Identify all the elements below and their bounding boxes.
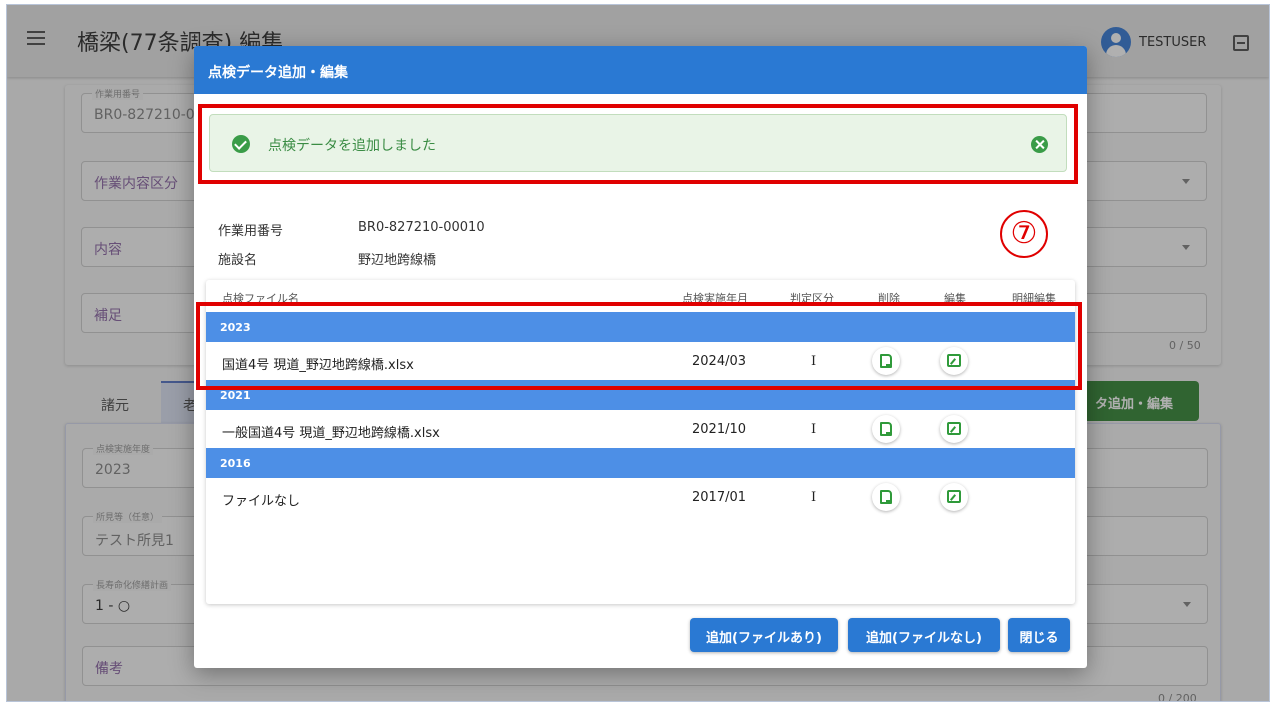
group-row-2016: 2016: [206, 448, 1075, 478]
edit-comment-icon: [947, 490, 961, 503]
add-without-file-button[interactable]: 追加(ファイルなし): [848, 618, 1000, 652]
group-year-label: 2016: [220, 457, 251, 470]
table-row[interactable]: ファイルなし 2017/01 I: [206, 478, 1075, 516]
facility-value: 野辺地跨線橋: [358, 253, 437, 268]
annotation-row-highlight: [196, 302, 1082, 390]
table-row[interactable]: 一般国道4号 現道_野辺地跨線橋.xlsx 2021/10 I: [206, 410, 1075, 448]
date-cell: 2017/01: [692, 490, 747, 505]
delete-button[interactable]: [872, 415, 900, 443]
delete-file-icon: [880, 422, 892, 436]
work-number-label: 作業用番号: [218, 224, 284, 239]
file-name-cell[interactable]: 一般国道4号 現道_野辺地跨線橋.xlsx: [222, 422, 440, 441]
work-number-value: BR0-827210-00010: [358, 220, 485, 235]
annotation-alert-highlight: [198, 104, 1078, 184]
close-button[interactable]: 閉じる: [1008, 618, 1070, 652]
group-year-label: 2021: [220, 389, 251, 402]
facility-label: 施設名: [218, 253, 258, 268]
edit-button[interactable]: [940, 415, 968, 443]
date-cell: 2021/10: [692, 422, 747, 437]
judgment-cell: I: [811, 422, 817, 437]
judgment-cell: I: [811, 490, 817, 505]
dialog-header: 点検データ追加・編集: [194, 46, 1087, 94]
edit-button[interactable]: [940, 483, 968, 511]
file-name-cell: ファイルなし: [222, 494, 301, 509]
edit-comment-icon: [947, 422, 961, 435]
step-marker: ⑦: [1000, 210, 1048, 258]
delete-button[interactable]: [872, 483, 900, 511]
dialog-title: 点検データ追加・編集: [208, 65, 348, 81]
add-with-file-button[interactable]: 追加(ファイルあり): [690, 618, 838, 652]
delete-file-icon: [880, 490, 892, 504]
